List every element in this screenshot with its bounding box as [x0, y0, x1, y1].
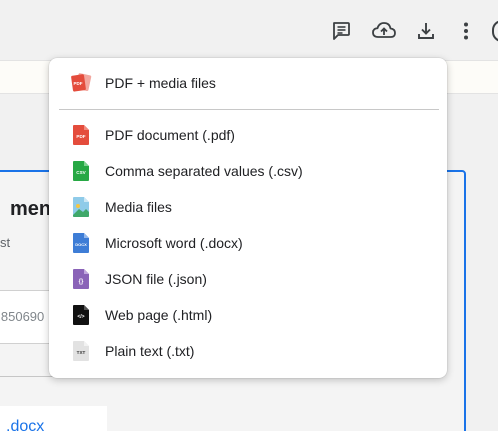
menu-item-label: PDF document (.pdf)	[105, 127, 235, 143]
pdf-file-icon: PDF	[72, 125, 90, 145]
svg-text:{}: {}	[79, 279, 84, 285]
menu-item-label: Microsoft word (.docx)	[105, 235, 243, 251]
menu-item-label: JSON file (.json)	[105, 271, 207, 287]
export-menu: PDF PDF + media files PDF PDF document (…	[49, 58, 447, 378]
download-icon	[418, 23, 434, 39]
card-file-name[interactable]: .docx	[6, 418, 44, 431]
more-vert-icon	[464, 22, 468, 40]
card-subtitle: st	[0, 235, 11, 250]
more-options-button[interactable]	[453, 18, 479, 44]
menu-item-media[interactable]: Media files	[49, 190, 447, 224]
menu-item-pdf[interactable]: PDF PDF document (.pdf)	[49, 118, 447, 152]
card-input-value: l850690	[0, 309, 45, 324]
pdf-media-icon: PDF	[69, 71, 93, 95]
menu-item-json[interactable]: {} JSON file (.json)	[49, 262, 447, 296]
docx-file-icon: DOCX	[72, 233, 90, 253]
menu-item-label: Plain text (.txt)	[105, 343, 195, 359]
menu-item-csv[interactable]: CSV Comma separated values (.csv)	[49, 154, 447, 188]
menu-item-docx[interactable]: DOCX Microsoft word (.docx)	[49, 226, 447, 260]
menu-item-txt[interactable]: TXT Plain text (.txt)	[49, 334, 447, 368]
avatar-partial[interactable]	[492, 20, 498, 42]
menu-item-pdf-media[interactable]: PDF PDF + media files	[49, 66, 447, 100]
svg-text:CSV: CSV	[76, 170, 86, 175]
svg-text:TXT: TXT	[77, 350, 86, 355]
svg-text:DOCX: DOCX	[75, 242, 87, 247]
menu-item-label: Comma separated values (.csv)	[105, 163, 303, 179]
svg-text:</>: </>	[77, 314, 84, 320]
csv-file-icon: CSV	[72, 161, 90, 181]
svg-text:PDF: PDF	[74, 81, 83, 86]
cloud-upload-icon	[372, 22, 396, 38]
menu-item-html[interactable]: </> Web page (.html)	[49, 298, 447, 332]
txt-file-icon: TXT	[72, 341, 90, 361]
html-file-icon: </>	[72, 305, 90, 325]
menu-item-label: Media files	[105, 199, 172, 215]
svg-text:PDF: PDF	[76, 134, 85, 139]
upload-button[interactable]	[371, 18, 397, 44]
download-button[interactable]	[413, 18, 439, 44]
image-file-icon	[72, 197, 90, 217]
json-file-icon: {}	[72, 269, 90, 289]
top-toolbar	[0, 0, 498, 60]
comment-button[interactable]	[328, 18, 354, 44]
menu-item-label: Web page (.html)	[105, 307, 213, 323]
comment-icon	[333, 22, 350, 40]
menu-item-label: PDF + media files	[105, 75, 216, 91]
menu-divider	[59, 109, 439, 110]
